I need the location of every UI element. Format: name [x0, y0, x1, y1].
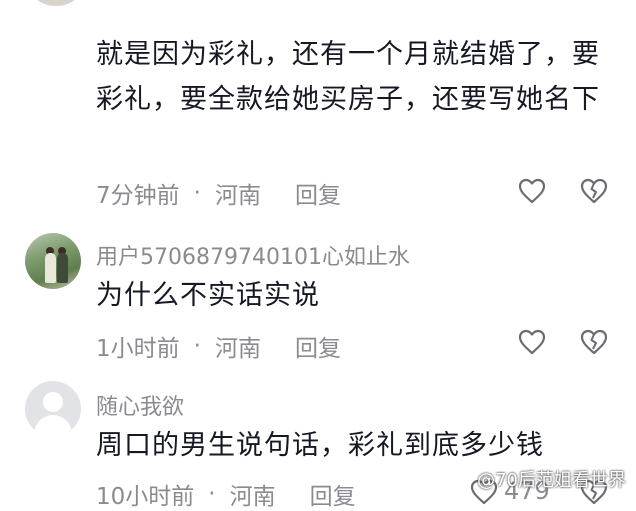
default-user-icon[interactable] [25, 381, 81, 437]
meta-separator: · [208, 481, 216, 507]
comment-text: 为什么不实话实说 [96, 280, 320, 311]
comment-username[interactable]: 随心我欲 [96, 389, 184, 421]
reply-button[interactable]: 回复 [310, 477, 356, 511]
meta-separator: · [193, 180, 201, 206]
comment-item: 就是因为彩礼，还有一个月就结婚了，要彩礼，要全款给她买房子，还要写她名下 7分钟… [0, 0, 636, 215]
comment-location: 河南 [214, 183, 261, 209]
comment-time: 1小时前 [96, 336, 180, 362]
comment-time: 7分钟前 [96, 183, 180, 209]
comment-item: 用户5706879740101心如止水 为什么不实话实说 1小时前 · 河南 回… [0, 215, 636, 365]
broken-heart-icon[interactable] [580, 329, 608, 355]
meta-separator: · [193, 333, 201, 359]
comment-meta: 1小时前 · 河南 回复 [96, 329, 341, 363]
avatar[interactable] [25, 233, 81, 289]
comment-time: 10小时前 [96, 484, 195, 510]
reply-button[interactable]: 回复 [295, 329, 341, 363]
comment-username[interactable]: 用户5706879740101心如止水 [96, 239, 410, 271]
heart-outline-icon[interactable] [518, 329, 546, 355]
comment-meta: 10小时前 · 河南 回复 [96, 477, 356, 511]
heart-outline-icon[interactable] [518, 178, 546, 204]
broken-heart-icon[interactable] [580, 178, 608, 204]
comment-meta: 7分钟前 · 河南 回复 [96, 176, 341, 210]
reply-button[interactable]: 回复 [295, 176, 341, 210]
comment-location: 河南 [214, 336, 261, 362]
comment-text: 就是因为彩礼，还有一个月就结婚了，要彩礼，要全款给她买房子，还要写她名下 [96, 39, 600, 115]
watermark: @70后范姐看世界 [477, 470, 626, 491]
comment-location: 河南 [229, 484, 276, 510]
comment-text: 周口的男生说句话，彩礼到底多少钱 [96, 430, 544, 461]
